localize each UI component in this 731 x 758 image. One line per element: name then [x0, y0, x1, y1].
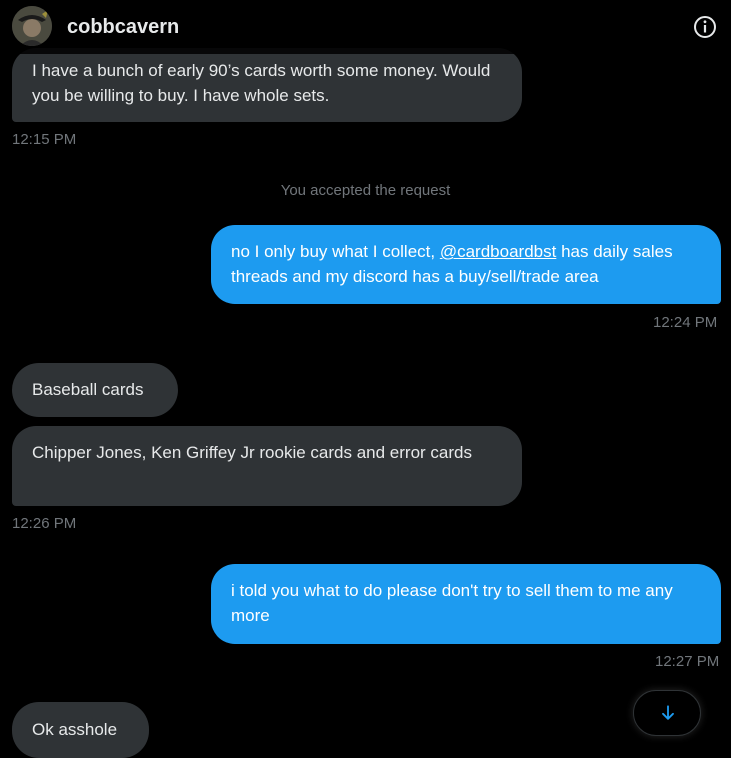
- conversation-header: cobbcavern: [0, 0, 731, 54]
- message-text: Ok asshole: [32, 720, 118, 739]
- info-button[interactable]: [692, 14, 718, 40]
- system-message: You accepted the request: [280, 182, 451, 199]
- message-text: I have a bunch of early 90’s cards worth…: [32, 61, 491, 105]
- message-bubble-incoming[interactable]: I have a bunch of early 90’s cards worth…: [12, 48, 522, 122]
- avatar-icon[interactable]: [12, 6, 52, 46]
- message-bubble-incoming[interactable]: Baseball cards: [12, 363, 178, 417]
- conversation-title[interactable]: cobbcavern: [67, 16, 179, 39]
- info-icon: [694, 16, 716, 38]
- message-bubble-outgoing[interactable]: no I only buy what I collect, @cardboard…: [211, 225, 721, 304]
- arrow-down-icon: [662, 705, 674, 720]
- message-text: Chipper Jones, Ken Griffey Jr rookie car…: [32, 443, 472, 462]
- message-text: Baseball cards: [32, 380, 144, 399]
- message-bubble-outgoing[interactable]: i told you what to do please don't try t…: [211, 564, 721, 644]
- scroll-to-bottom-button[interactable]: [633, 690, 701, 736]
- message-timestamp: 12:15 PM: [12, 131, 77, 148]
- message-timestamp: 12:24 PM: [653, 314, 718, 331]
- message-bubble-incoming[interactable]: Ok asshole: [12, 702, 149, 758]
- message-timestamp: 12:26 PM: [12, 515, 77, 532]
- message-timestamp: 12:27 PM: [655, 653, 720, 670]
- message-text: i told you what to do please don't try t…: [231, 581, 673, 625]
- message-bubble-incoming[interactable]: Chipper Jones, Ken Griffey Jr rookie car…: [12, 426, 522, 506]
- message-text: no I only buy what I collect,: [231, 242, 440, 261]
- mention-link[interactable]: @cardboardbst: [440, 242, 557, 261]
